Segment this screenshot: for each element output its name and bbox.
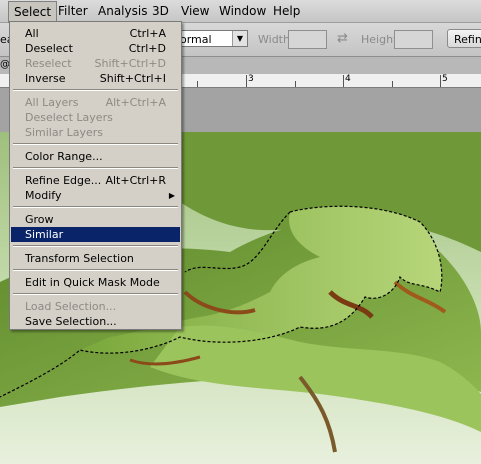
menu-item-label: Save Selection... [25,315,117,328]
menu-view[interactable]: View [176,0,214,22]
menu-item-shortcut: Shift+Ctrl+D [94,57,166,70]
ruler-label: 3 [248,74,254,84]
menu-separator [13,269,178,271]
menu-item-label: Deselect Layers [25,111,113,124]
menu-item-label: Edit in Quick Mask Mode [25,276,160,289]
menu-item-refine-edge[interactable]: Refine Edge... Alt+Ctrl+R [11,173,180,188]
submenu-arrow-icon: ▶ [168,191,175,200]
menu-item-label: Modify [25,189,62,202]
ruler-tick [295,81,296,87]
ruler-tick [246,75,247,87]
menu-item-shortcut: Alt+Ctrl+R [105,174,166,187]
menu-filter[interactable]: Filter [53,0,93,22]
menu-separator [13,143,178,145]
select-menu-dropdown: All Ctrl+A Deselect Ctrl+D Reselect Shif… [9,21,182,330]
ruler-tick [392,81,393,87]
swap-icon[interactable]: ⇄ [337,31,348,46]
menu-item-label: Load Selection... [25,300,117,313]
menu-item-quick-mask[interactable]: Edit in Quick Mask Mode [11,275,180,290]
menu-item-label: Similar Layers [25,126,104,139]
menu-separator [13,206,178,208]
menu-item-reselect: Reselect Shift+Ctrl+D [11,56,180,71]
ruler-tick [343,75,344,87]
menu-item-shortcut: Ctrl+A [129,27,166,40]
menu-item-label: Grow [25,213,54,226]
menu-item-similar-layers: Similar Layers [11,125,180,140]
menu-item-all[interactable]: All Ctrl+A [11,26,180,41]
menu-item-load-selection: Load Selection... [11,299,180,314]
menu-item-label: Similar [25,228,64,241]
menu-item-deselect-layers: Deselect Layers [11,110,180,125]
style-select[interactable]: ormal ▼ [176,30,248,47]
style-select-value: ormal [180,33,212,46]
menu-item-color-range[interactable]: Color Range... [11,149,180,164]
menu-item-label: Refine Edge... [25,174,102,187]
menu-item-label: Inverse [25,72,66,85]
menu-item-shortcut: Ctrl+D [128,42,166,55]
ruler-tick [440,75,441,87]
menu-separator [13,245,178,247]
menu-window[interactable]: Window [214,0,271,22]
ruler-tick [197,81,198,87]
width-field[interactable] [288,30,327,49]
menu-help[interactable]: Help [268,0,305,22]
menu-item-label: Deselect [25,42,73,55]
menu-item-label: Reselect [25,57,72,70]
height-field[interactable] [394,30,433,49]
menu-analysis[interactable]: Analysis [93,0,152,22]
refine-edge-button[interactable]: Refine [447,29,481,48]
menu-item-label: All [25,27,39,40]
menu-item-transform-selection[interactable]: Transform Selection [11,251,180,266]
menu-item-modify[interactable]: Modify ▶ [11,188,180,203]
menu-bar: Select Filter Analysis 3D View Window He… [0,0,481,23]
ruler-label: 4 [345,74,351,84]
menu-item-label: Transform Selection [25,252,134,265]
menu-select[interactable]: Select [8,1,58,23]
menu-separator [13,293,178,295]
ruler-label: 5 [442,74,448,84]
chevron-down-icon: ▼ [232,31,247,46]
menu-item-deselect[interactable]: Deselect Ctrl+D [11,41,180,56]
menu-item-label: Color Range... [25,150,103,163]
menu-item-grow[interactable]: Grow [11,212,180,227]
menu-item-label: All Layers [25,96,79,109]
menu-separator [13,89,178,91]
menu-item-save-selection[interactable]: Save Selection... [11,314,180,329]
menu-item-similar[interactable]: Similar [11,227,180,242]
menu-separator [13,167,178,169]
menu-item-all-layers: All Layers Alt+Ctrl+A [11,95,180,110]
menu-item-shortcut: Shift+Ctrl+I [99,72,166,85]
menu-item-shortcut: Alt+Ctrl+A [105,96,166,109]
menu-3d[interactable]: 3D [147,0,174,22]
menu-item-inverse[interactable]: Inverse Shift+Ctrl+I [11,71,180,86]
